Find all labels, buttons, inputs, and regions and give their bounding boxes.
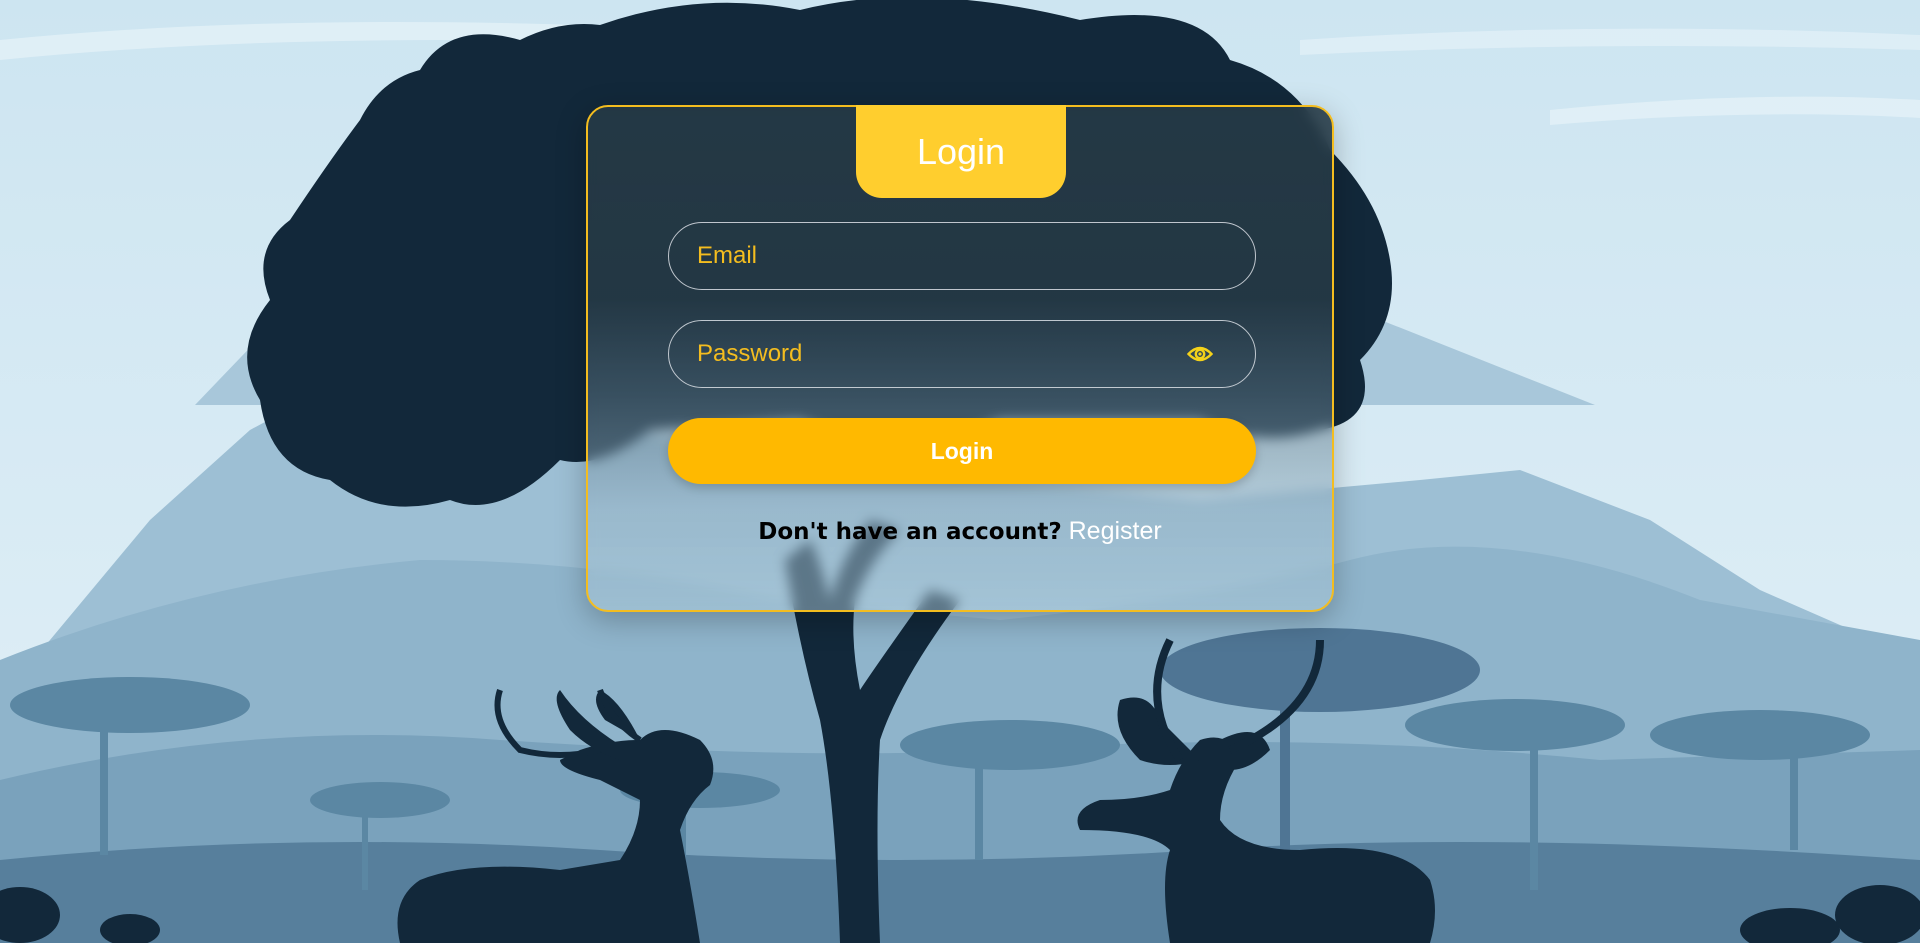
password-field[interactable] xyxy=(668,320,1256,388)
login-title: Login xyxy=(916,130,1006,172)
password-input[interactable] xyxy=(697,321,1167,387)
email-field[interactable] xyxy=(668,222,1256,290)
register-row: Don't have an account? Register xyxy=(588,517,1332,546)
email-input[interactable] xyxy=(697,223,1167,289)
login-page: Login Login Don't have an account? Regis… xyxy=(0,0,1920,943)
login-card: Login Login Don't have an account? Regis… xyxy=(586,105,1334,612)
register-prompt: Don't have an account? xyxy=(758,519,1062,545)
eye-icon[interactable] xyxy=(1186,343,1214,365)
login-button[interactable]: Login xyxy=(668,418,1256,484)
register-link[interactable]: Register xyxy=(1069,517,1162,545)
login-header-tab: Login xyxy=(856,105,1066,198)
